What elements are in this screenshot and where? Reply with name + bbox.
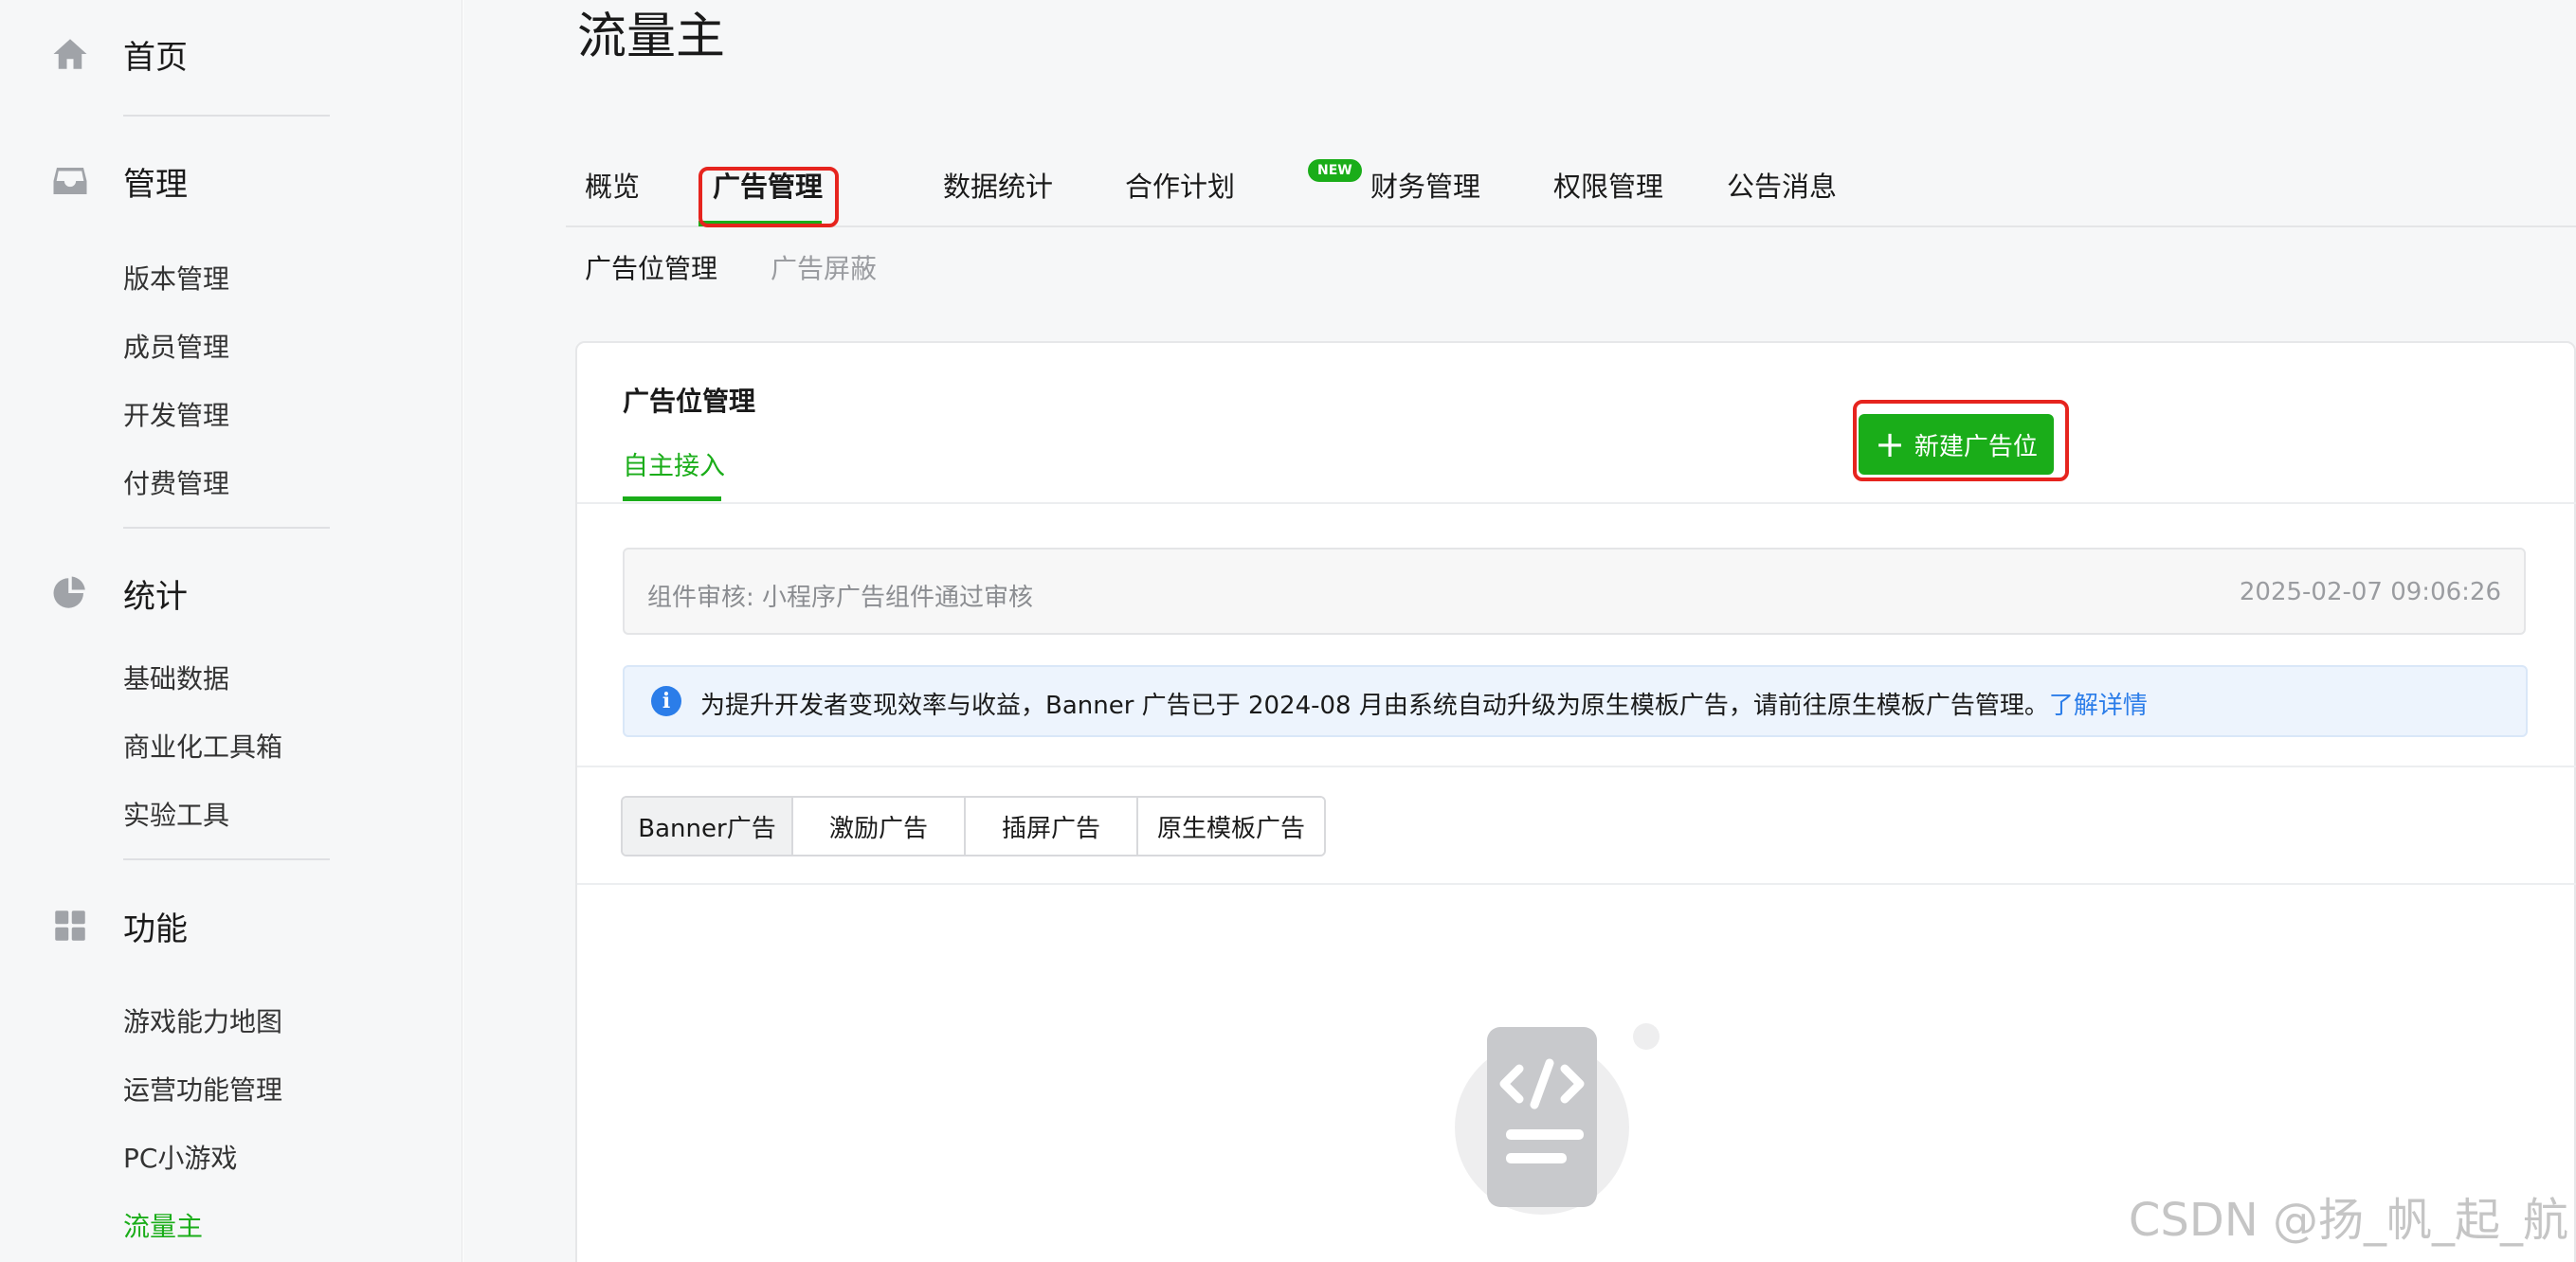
- subtab-ad-block[interactable]: 广告屏蔽: [771, 248, 877, 286]
- notice-text-wrap: 为提升开发者变现效率与收益，Banner 广告已于 2024-08 月由系统自动…: [700, 686, 2148, 721]
- pie-chart-icon: [49, 572, 91, 614]
- tab-self-access[interactable]: 自主接入: [623, 445, 725, 482]
- sidebar-item-dev[interactable]: 开发管理: [123, 395, 229, 433]
- sidebar-item-version[interactable]: 版本管理: [123, 259, 229, 297]
- divider: [577, 883, 2576, 885]
- sidebar-divider: [123, 858, 330, 860]
- sidebar-item-commerce-toolbox[interactable]: 商业化工具箱: [123, 727, 282, 765]
- info-icon: i: [651, 686, 681, 716]
- plus-icon: +: [1875, 424, 1905, 465]
- notice-text: 为提升开发者变现效率与收益，Banner 广告已于 2024-08 月由系统自动…: [700, 692, 2049, 720]
- sidebar-item-basic-data[interactable]: 基础数据: [123, 658, 229, 696]
- ad-slot-card: 广告位管理 自主接入 + 新建广告位 组件审核: 小程序广告组件通过审核 202…: [575, 341, 2576, 1262]
- page-title: 流量主: [577, 9, 726, 65]
- tab-overview[interactable]: 概览: [585, 165, 640, 205]
- nav-home-label: 首页: [123, 38, 188, 77]
- sidebar-divider: [123, 527, 330, 529]
- tab-finance[interactable]: 财务管理: [1370, 165, 1480, 205]
- main-content: 流量主 概览 广告管理 数据统计 合作计划 NEW 财务管理 权限管理 公告消息…: [463, 0, 2576, 1262]
- new-ad-slot-button[interactable]: + 新建广告位: [1859, 414, 2054, 475]
- grid-icon: [49, 905, 91, 946]
- code-document-icon: [1455, 1023, 1660, 1215]
- tab-cooperation[interactable]: 合作计划: [1125, 165, 1235, 205]
- sidebar-item-pc-game[interactable]: PC小游戏: [123, 1138, 237, 1176]
- nav-stats-label: 统计: [123, 577, 188, 616]
- card-title: 广告位管理: [623, 386, 756, 417]
- ad-type-banner[interactable]: Banner广告: [623, 798, 793, 855]
- sidebar-item-ability-map[interactable]: 游戏能力地图: [123, 1001, 282, 1039]
- watermark: CSDN @扬_帆_起_航: [2128, 1194, 2568, 1247]
- home-icon: [49, 33, 91, 75]
- notice-bar: i 为提升开发者变现效率与收益，Banner 广告已于 2024-08 月由系统…: [623, 665, 2528, 737]
- divider: [577, 766, 2576, 767]
- ad-type-interstitial[interactable]: 插屏广告: [966, 798, 1138, 855]
- main-tabs: 概览 广告管理 数据统计 合作计划 NEW 财务管理 权限管理 公告消息: [566, 152, 2576, 227]
- sidebar-item-traffic-owner[interactable]: 流量主: [123, 1206, 203, 1244]
- inbox-icon: [49, 160, 91, 202]
- sidebar-item-experiment[interactable]: 实验工具: [123, 795, 229, 833]
- new-ad-slot-label: 新建广告位: [1914, 432, 2038, 461]
- audit-text: 组件审核: 小程序广告组件通过审核: [647, 584, 1034, 612]
- sidebar: 首页 管理 版本管理 成员管理 开发管理 付费管理 统计 基础数据 商业化工具箱…: [0, 0, 463, 1262]
- ad-type-rewarded[interactable]: 激励广告: [793, 798, 966, 855]
- tab-announcements[interactable]: 公告消息: [1727, 165, 1837, 205]
- sidebar-divider: [123, 115, 330, 117]
- nav-features-label: 功能: [123, 910, 188, 948]
- tab-data-stats[interactable]: 数据统计: [943, 165, 1053, 205]
- tab-permissions[interactable]: 权限管理: [1553, 165, 1663, 205]
- sidebar-item-members[interactable]: 成员管理: [123, 327, 229, 365]
- new-badge: NEW: [1308, 159, 1362, 182]
- ad-type-native-template[interactable]: 原生模板广告: [1138, 798, 1324, 855]
- divider: [577, 502, 2576, 504]
- ad-type-segmented-control: Banner广告 激励广告 插屏广告 原生模板广告: [621, 796, 1326, 856]
- nav-manage-label: 管理: [123, 165, 188, 204]
- subtab-ad-slot-management[interactable]: 广告位管理: [585, 248, 717, 286]
- card-tab-indicator: [623, 496, 721, 501]
- audit-status-bar: 组件审核: 小程序广告组件通过审核 2025-02-07 09:06:26: [623, 548, 2526, 635]
- sidebar-item-operations[interactable]: 运营功能管理: [123, 1070, 282, 1108]
- highlight-box: [698, 167, 839, 227]
- audit-time: 2025-02-07 09:06:26: [2239, 578, 2501, 606]
- learn-more-link[interactable]: 了解详情: [2049, 692, 2148, 720]
- sidebar-item-payment[interactable]: 付费管理: [123, 463, 229, 501]
